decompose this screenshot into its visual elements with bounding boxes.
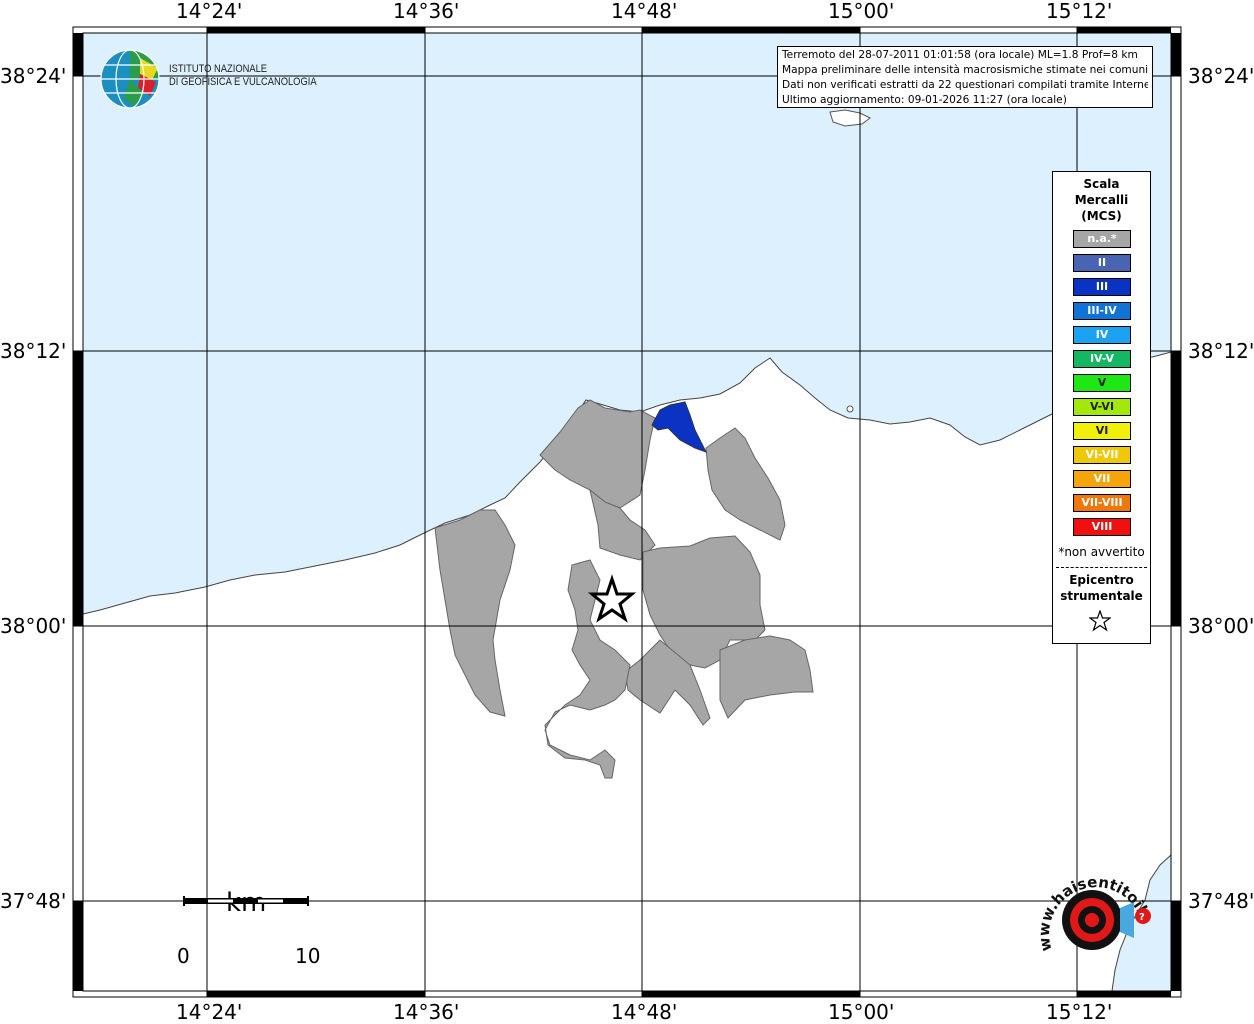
scale-bar [183,896,309,906]
lon-label-bottom: 14°24' [176,1000,243,1024]
legend-item: VI-VII [1073,446,1131,464]
legend-item: III-IV [1073,302,1131,320]
lat-label-right: 37°48' [1188,889,1254,913]
mcs-legend: Scala Mercalli (MCS) n.a.* II III III-IV IV I… [1052,171,1151,644]
lat-label-left: 37°48' [0,889,67,913]
scale-end-label: 10 [295,944,321,968]
legend-epicentre-line: strumentale [1060,589,1143,603]
scale-start-label: 0 [177,944,190,968]
legend-star-icon [1089,610,1111,632]
legend-item: V-VI [1073,398,1131,416]
event-info-box: Terremoto del 28-07-2011 01:01:58 (ora l… [777,46,1153,108]
event-info-line: Mappa preliminare delle intensità macros… [782,64,1148,76]
lat-label-right: 38°12' [1188,339,1254,363]
legend-item: II [1073,254,1131,272]
svg-text:?: ? [1139,912,1145,923]
legend-title-line: Mercalli [1074,193,1129,207]
legend-divider [1056,567,1147,568]
legend-item: VII [1073,470,1131,488]
lat-label-left: 38°24' [0,64,67,88]
legend-epicentre-label: Epicentro strumentale [1053,572,1150,604]
legend-title-line: Scala [1083,177,1120,191]
legend-title: Scala Mercalli (MCS) [1053,176,1150,224]
haisentito-logo: www.haisentitoilterremoto.it ? [1030,858,1154,953]
lon-label-top: 15°12' [1046,0,1113,23]
lon-label-bottom: 14°36' [393,1000,460,1024]
ingv-name: ISTITUTO NAZIONALE DI GEOFISICA E VULCAN… [169,63,317,89]
ingv-globe-logo [100,49,160,109]
legend-item: VIII [1073,518,1131,536]
legend-item: VII-VIII [1073,494,1131,512]
legend-item: VI [1073,422,1131,440]
lat-label-right: 38°24' [1188,64,1254,88]
islet-dot [846,405,854,413]
lon-label-bottom: 15°12' [1046,1000,1113,1024]
legend-title-line: (MCS) [1081,209,1122,223]
lat-label-left: 38°00' [0,614,67,638]
ingv-name-line2: DI GEOFISICA E VULCANOLOGIA [169,76,317,88]
lon-label-bottom: 14°48' [611,1000,678,1024]
event-info-line: Dati non verificati estratti da 22 quest… [782,79,1148,91]
legend-item: III [1073,278,1131,296]
legend-note: *non avvertito [1058,545,1145,559]
ingv-name-line1: ISTITUTO NAZIONALE [169,63,268,75]
lat-label-right: 38°00' [1188,614,1254,638]
legend-item: V [1073,374,1131,392]
lon-label-top: 14°36' [393,0,460,23]
lon-label-top: 14°24' [176,0,243,23]
lat-label-left: 38°12' [0,339,67,363]
event-info-line: Terremoto del 28-07-2011 01:01:58 (ora l… [782,49,1138,61]
lon-label-bottom: 15°00' [828,1000,895,1024]
lon-label-top: 14°48' [611,0,678,23]
legend-item: IV [1073,326,1131,344]
legend-item: IV-V [1073,350,1131,368]
legend-item: n.a.* [1073,230,1131,248]
event-info-line: Ultimo aggiornamento: 09-01-2026 11:27 (… [782,94,1067,106]
legend-epicentre-line: Epicentro [1069,573,1134,587]
lon-label-top: 15°00' [828,0,895,23]
